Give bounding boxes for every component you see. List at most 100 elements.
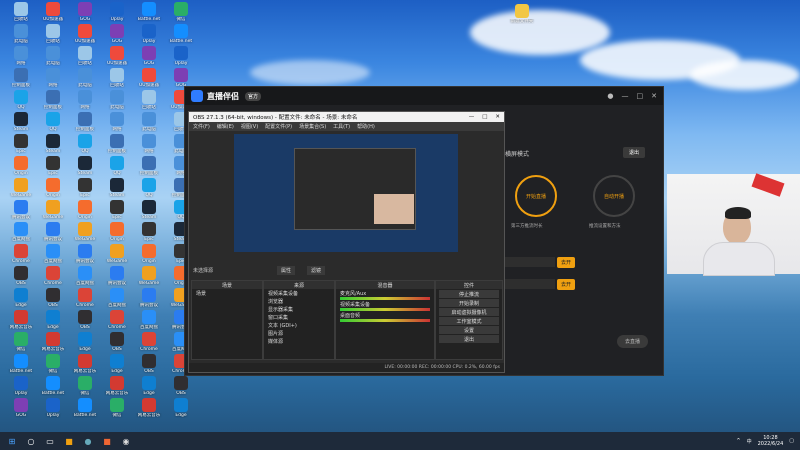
menu-view[interactable]: 视图(V): [241, 123, 258, 130]
windows-start-icon[interactable]: ⊞: [5, 435, 19, 447]
avatar[interactable]: ●: [607, 92, 613, 100]
desktop-icon[interactable]: Battle.net: [68, 398, 102, 428]
app-icon: [14, 2, 28, 16]
menu-profile[interactable]: 配置文件(P): [265, 123, 292, 130]
desktop-icon-label: 微信: [16, 347, 26, 352]
desktop-icon-label: 回收站: [78, 61, 92, 66]
desktop-icon-label: Chrome: [140, 347, 158, 352]
app-icon: [110, 68, 124, 82]
source-item[interactable]: 文本 (GDI+): [264, 321, 334, 329]
desktop-icon-label: Epic: [112, 215, 122, 220]
go-live-button[interactable]: 去直播: [617, 335, 649, 348]
app-icon: [46, 398, 60, 412]
desktop-icon-label: 此电脑: [14, 39, 28, 44]
obs-window[interactable]: OBS 27.1.3 (64-bit, windows) - 配置文件: 未命名…: [188, 111, 505, 373]
app-icon: [14, 310, 28, 324]
desktop-icon-label: QQ: [17, 105, 25, 110]
desktop-icon-label: Epic: [48, 171, 58, 176]
desktop-icon-label: OBS: [80, 325, 90, 330]
desktop-icon[interactable]: GOG: [4, 398, 38, 428]
app-icon: [14, 200, 28, 214]
desktop-icon-label: 百度网盘: [108, 303, 126, 308]
hair: [725, 207, 751, 219]
start-recording-button[interactable]: 开始录制: [439, 299, 499, 307]
app-icon: [142, 244, 156, 258]
volume-meter: [340, 319, 430, 322]
app-icon[interactable]: ■: [100, 435, 114, 447]
app-icon: [78, 90, 92, 104]
desktop-icon-label: Edge: [47, 325, 59, 330]
clock[interactable]: 10:28 2022/6/24: [758, 435, 784, 447]
auto-start-circle[interactable]: 自动开播: [593, 175, 635, 217]
desktop-icon[interactable]: 微信: [100, 398, 134, 428]
app-icon: [78, 288, 92, 302]
obs-taskbar-icon[interactable]: ◉: [119, 435, 133, 447]
menu-tools[interactable]: 工具(T): [333, 123, 350, 130]
obs-preview[interactable]: [234, 134, 458, 252]
tray-chevron-icon[interactable]: ^: [736, 438, 740, 444]
notification-icon[interactable]: ▢: [789, 438, 794, 444]
search-icon[interactable]: ○: [24, 435, 38, 447]
desktop-icon[interactable]: Edge: [164, 398, 198, 428]
stream-url-field[interactable]: [505, 257, 555, 267]
close-icon[interactable]: ✕: [495, 114, 500, 120]
virtual-camera-button[interactable]: 启动虚拟摄像机: [439, 308, 499, 316]
app-icon: [46, 46, 60, 60]
exit-button[interactable]: 退出: [623, 147, 646, 158]
app-icon: [14, 46, 28, 60]
desktop-icon-label: Origin: [142, 259, 156, 264]
version-badge: 官方: [245, 91, 262, 101]
task-view-icon[interactable]: ▭: [43, 435, 57, 447]
copy-button[interactable]: 去开: [557, 257, 576, 268]
copy-key-button[interactable]: 去开: [557, 279, 576, 290]
app-icon: [110, 156, 124, 170]
mode-label: 横屏模式: [505, 151, 530, 158]
desktop-icon-label: UU加速器: [106, 61, 128, 66]
source-item[interactable]: 显示器采集: [264, 305, 334, 313]
desktop-icon-label: 腾讯会议: [108, 281, 126, 286]
app-icon: [14, 354, 28, 368]
menu-edit[interactable]: 编辑(E): [217, 123, 234, 130]
start-circle[interactable]: 开始直播: [515, 175, 557, 217]
settings-button[interactable]: 设置: [439, 326, 499, 334]
source-item[interactable]: 视频采集设备: [264, 289, 334, 297]
red-object: [751, 173, 785, 197]
source-item[interactable]: 窗口采集: [264, 313, 334, 321]
menu-help[interactable]: 帮助(H): [357, 123, 375, 130]
source-item[interactable]: 媒体源: [264, 337, 334, 345]
menu-scene-collection[interactable]: 场景集合(S): [299, 123, 326, 130]
desktop-icon[interactable]: Uplay: [36, 398, 70, 428]
desktop-folder[interactable]: 新建文件夹: [505, 4, 539, 34]
desktop-icon-label: 腾讯会议: [76, 259, 94, 264]
properties-button[interactable]: 属性: [277, 266, 296, 275]
desktop-icon-label: OBS: [16, 281, 26, 286]
steam-icon[interactable]: ●: [81, 435, 95, 447]
language-indicator[interactable]: 中: [747, 438, 752, 445]
studio-mode-button[interactable]: 工作室模式: [439, 317, 499, 325]
close-icon[interactable]: ✕: [651, 92, 657, 100]
source-item[interactable]: 浏览器: [264, 297, 334, 305]
stop-streaming-button[interactable]: 停止推流: [439, 290, 499, 298]
minimize-icon[interactable]: —: [622, 92, 629, 100]
app-icon: [142, 24, 156, 38]
filters-button[interactable]: 滤镜: [307, 266, 326, 275]
app-icon: [46, 266, 60, 280]
menu-file[interactable]: 文件(F): [193, 123, 210, 130]
maximize-icon[interactable]: □: [482, 114, 487, 120]
exit-button[interactable]: 退出: [439, 335, 499, 343]
stream-key-field[interactable]: [505, 279, 555, 289]
desktop-icon-label: Steam: [109, 193, 125, 198]
desktop-icon[interactable]: 网易云音乐: [132, 398, 166, 428]
source-item[interactable]: 图片源: [264, 329, 334, 337]
minimize-icon[interactable]: —: [469, 114, 475, 120]
desktop-icon-label: Origin: [14, 171, 28, 176]
app-icon: [78, 354, 92, 368]
app-icon: [174, 46, 188, 60]
app-icon: [110, 310, 124, 324]
maximize-icon[interactable]: □: [637, 92, 644, 100]
scene-item[interactable]: 场景: [192, 289, 262, 297]
file-explorer-icon[interactable]: ■: [62, 435, 76, 447]
app-icon: [142, 266, 156, 280]
mixer-track-name: 桌面音频: [340, 312, 361, 319]
caption-left: 第三方推流时长: [511, 224, 543, 229]
